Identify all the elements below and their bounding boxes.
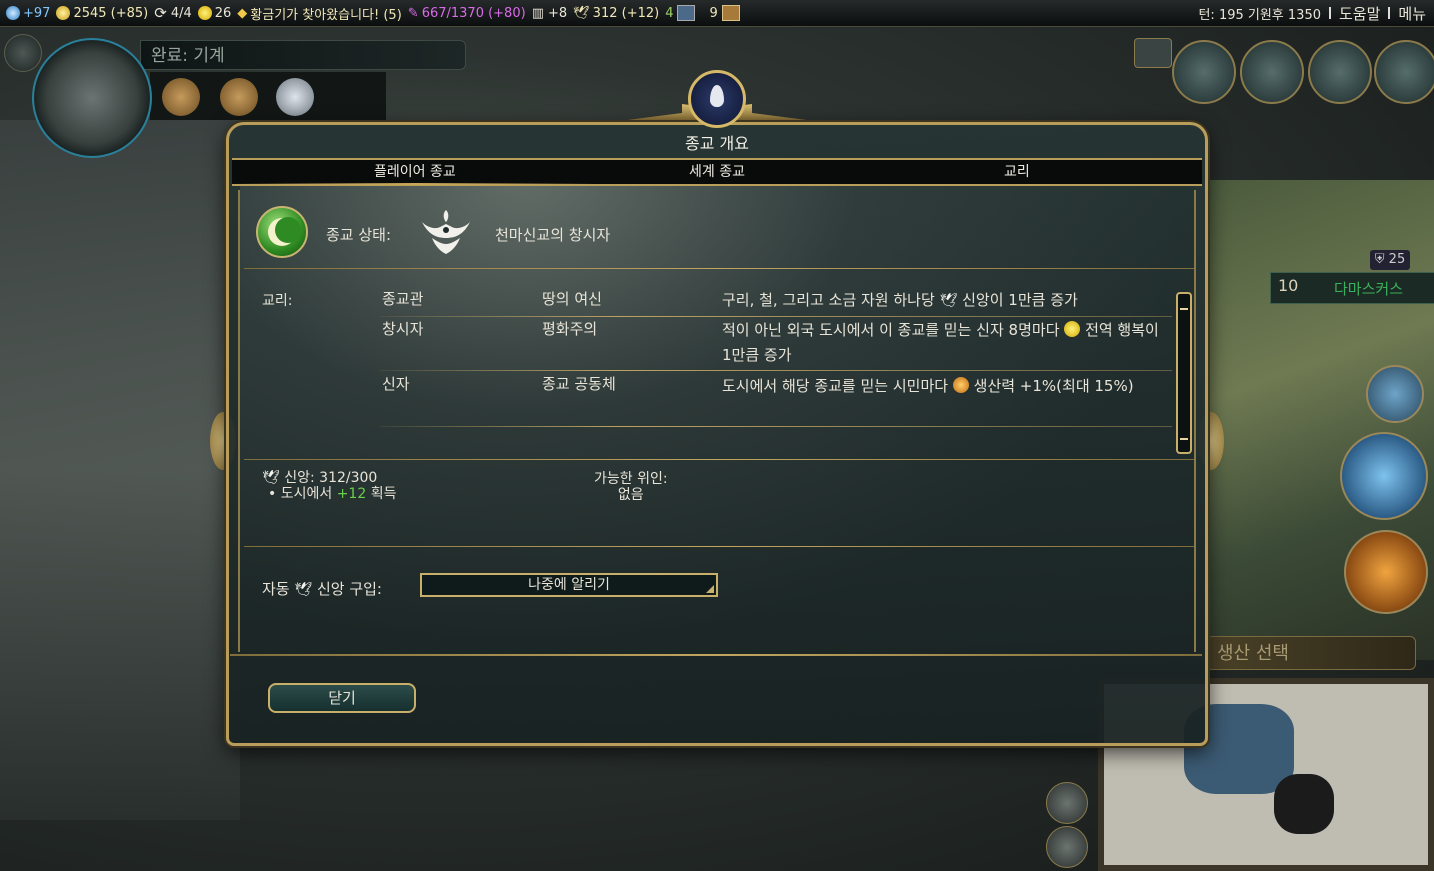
scroll-cap: [1180, 438, 1188, 440]
gold-yield[interactable]: 2545 (+85): [56, 6, 148, 21]
belief-name[interactable]: 종교 공동체: [542, 372, 616, 397]
unit-action-button[interactable]: [1366, 365, 1424, 423]
close-button[interactable]: 닫기: [268, 683, 416, 713]
row-divider: [380, 316, 1172, 317]
divider: [230, 654, 1202, 656]
tech-tree-button[interactable]: [32, 38, 152, 158]
belief-type: 창시자: [382, 320, 424, 338]
religion-status-value: 천마신교의 창시자: [495, 226, 611, 244]
city-name[interactable]: 다마스커스: [1334, 278, 1403, 299]
row-divider: [380, 370, 1172, 371]
religion-crest-icon: [688, 70, 746, 128]
belief-description: 구리, 철, 그리고 소금 자원 하나당 🕊 신앙이 1만큼 증가: [722, 291, 1078, 309]
golden-age-icon: ◆: [237, 5, 248, 21]
tech-status-label: 완료: 기계: [140, 40, 466, 70]
faith-icon: 🕊: [573, 5, 590, 21]
crescent-icon: [256, 206, 308, 258]
help-button[interactable]: 도움말: [1339, 3, 1380, 24]
religion-status-label: 종교 상태:: [326, 226, 392, 244]
city-population: 10: [1278, 276, 1299, 295]
divider: [1328, 7, 1331, 19]
scroll-cap: [1180, 308, 1188, 310]
minimap-land: [1274, 774, 1334, 834]
unlock-icon[interactable]: [162, 78, 200, 116]
faith-icon: 🕊: [262, 470, 280, 486]
strategic-view-button[interactable]: [1046, 826, 1088, 868]
city-defense: ⛨ 25: [1370, 250, 1410, 270]
diplomacy-button[interactable]: [1172, 40, 1236, 104]
spies[interactable]: 4: [665, 5, 696, 21]
belief-type: 종교관: [382, 290, 424, 308]
divider: [1388, 7, 1391, 19]
production-icon: [952, 377, 969, 393]
map-options-button[interactable]: [1046, 782, 1088, 824]
auto-faith-purchase-label: 자동 🕊 신앙 구입:: [262, 580, 382, 598]
belief-name[interactable]: 평화주의: [542, 317, 597, 342]
menu-button[interactable]: 메뉴: [1398, 3, 1426, 24]
tab-player-religion[interactable]: 플레이어 종교: [234, 161, 596, 185]
trade-routes[interactable]: ⟳ 4/4: [154, 4, 192, 22]
turn-counter: 턴: 195 기원후 1350: [1198, 7, 1321, 23]
faith-total: 신앙: 312/300: [284, 470, 378, 486]
unlock-icon[interactable]: [276, 78, 314, 116]
happiness-icon: [1064, 321, 1081, 337]
production-orb-button[interactable]: [1344, 530, 1428, 614]
trade-route-icon: ⟳: [154, 4, 167, 22]
research-orb-button[interactable]: [1340, 432, 1428, 520]
economic-overview-button[interactable]: [1308, 40, 1372, 104]
beliefs-label: 교리:: [262, 293, 293, 309]
gold-icon: [56, 6, 71, 20]
science-icon: [6, 6, 20, 20]
top-resource-bar: +97 2545 (+85) ⟳ 4/4 26 ◆ 황금기가 찾아왔습니다! (5)…: [0, 0, 1434, 27]
tourism[interactable]: ▥ +8: [532, 6, 567, 21]
tab-beliefs[interactable]: 교리: [1004, 161, 1030, 181]
tech-unlocks: [150, 72, 386, 120]
happiness[interactable]: 26: [197, 6, 231, 21]
faith-icon: 🕊: [294, 582, 313, 598]
available-great-people-value: 없음: [617, 487, 644, 503]
tab-world-religions[interactable]: 세계 종교: [689, 161, 745, 181]
belief-description: 도시에서 해당 종교를 믿는 시민마다 생산력 +1%(최대 15%): [722, 377, 1134, 395]
turn-and-menu: 턴: 195 기원후 1350 도움말 메뉴: [1198, 3, 1426, 24]
scroll-icon[interactable]: [1134, 38, 1172, 68]
science-yield[interactable]: +97: [6, 6, 50, 21]
world-congress-button[interactable]: [1374, 40, 1434, 104]
civ-emblem-icon: [422, 210, 470, 254]
divider: [244, 268, 1194, 269]
belief-name[interactable]: 땅의 여신: [542, 287, 602, 312]
tourism-icon: ▥: [531, 5, 544, 21]
belief-description: 적이 아닌 외국 도시에서 이 종교를 믿는 신자 8명마다 전역 행복이 1만…: [722, 321, 1159, 364]
military-overview-button[interactable]: [1240, 40, 1304, 104]
great-works[interactable]: 9: [709, 5, 740, 21]
dropdown-arrow-icon: [706, 585, 714, 593]
culture-progress[interactable]: ✎ 667/1370 (+80): [408, 6, 526, 21]
unlock-icon[interactable]: [220, 78, 258, 116]
dialog-title: 종교 개요: [685, 134, 749, 153]
moon-shape: [275, 217, 301, 243]
fog-of-war: [0, 120, 240, 820]
spy-icon: [677, 5, 696, 21]
great-works-icon: [721, 5, 740, 21]
faith-summary: 🕊 신앙: 312/300 • 도시에서 +12 획득: [262, 470, 397, 502]
faith-per-turn: +12: [336, 486, 367, 502]
culture-icon: ✎: [407, 5, 419, 21]
advisor-button[interactable]: [4, 34, 42, 72]
faith-yield[interactable]: 🕊 312 (+12): [573, 6, 659, 21]
belief-type: 신자: [382, 375, 410, 393]
golden-age-status[interactable]: ◆ 황금기가 찾아왔습니다! (5): [237, 4, 402, 23]
faith-icon: 🕊: [939, 293, 958, 309]
shield-icon: ⛨: [1374, 252, 1385, 267]
row-divider: [380, 426, 1172, 427]
faith-drop-icon: [710, 85, 724, 107]
auto-faith-purchase-dropdown[interactable]: 나중에 알리기: [420, 573, 718, 597]
available-great-people: 가능한 위인: 없음: [594, 471, 668, 503]
divider: [244, 546, 1194, 547]
happiness-icon: [197, 6, 212, 20]
beliefs-scrollbar[interactable]: [1176, 292, 1192, 454]
choose-production-label[interactable]: 생산 선택: [1206, 636, 1416, 670]
divider: [244, 459, 1194, 460]
